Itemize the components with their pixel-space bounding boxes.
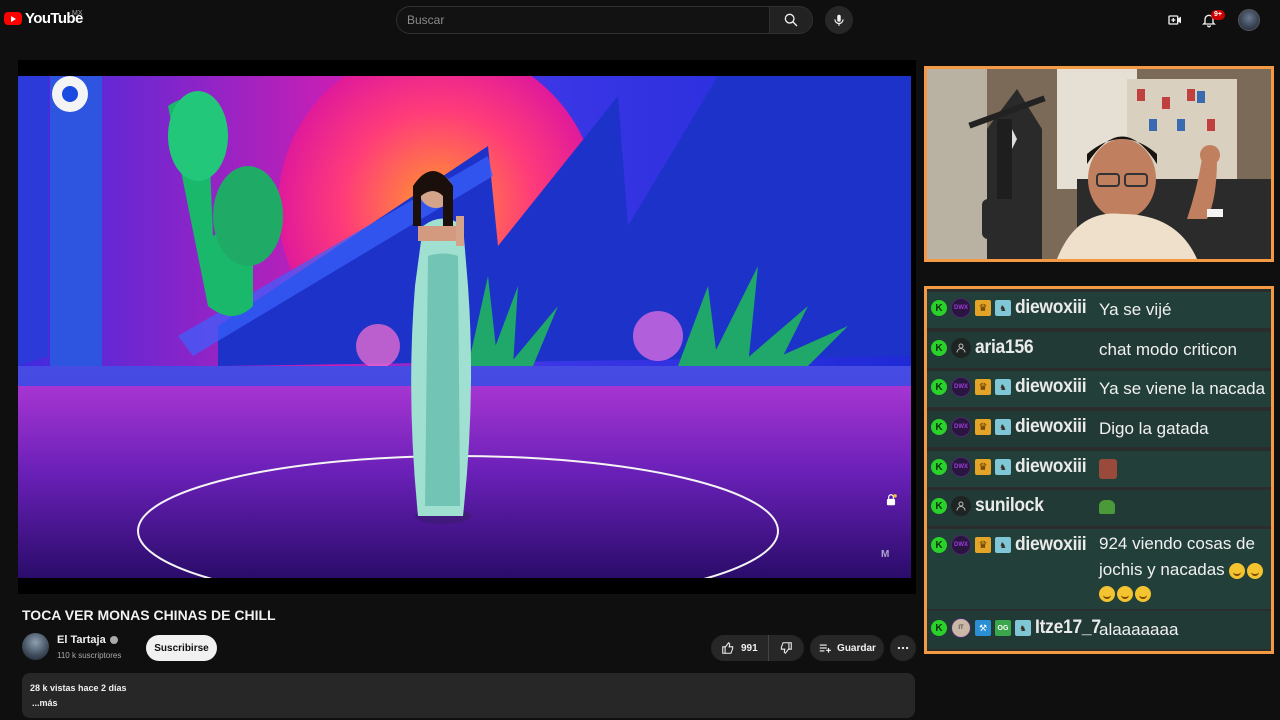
gift-badge-icon: OG — [995, 620, 1011, 636]
chat-username: diewoxiii — [1015, 416, 1087, 437]
laughing-emote-row — [1099, 585, 1280, 603]
search-button[interactable] — [769, 6, 813, 34]
crown-badge-icon: ♛ — [975, 419, 991, 435]
thumbs-down-icon — [780, 642, 792, 655]
k-badge-icon: K — [931, 537, 947, 553]
youtube-play-icon — [4, 12, 22, 25]
view-stats: 28 k vistas hace 2 días — [30, 683, 127, 693]
video-frame[interactable] — [18, 76, 911, 578]
default-user-icon — [951, 338, 971, 358]
user-avatar-icon: IT — [951, 618, 971, 638]
chat-username: diewoxiii — [1015, 456, 1087, 477]
like-button[interactable]: 991 — [711, 635, 769, 661]
sub-badge-icon: ♞ — [995, 419, 1011, 435]
chat-text: Ya se vijé — [1099, 300, 1172, 319]
chat-message: K sunilock — [927, 490, 1271, 526]
save-button[interactable]: Guardar — [810, 635, 884, 661]
notification-badge: 9+ — [1211, 10, 1225, 20]
user-avatar-icon: DWX — [951, 417, 971, 437]
like-count: 991 — [741, 642, 758, 654]
chat-overlay: K DWX ♛ ♞ diewoxiii Ya se vijé K aria156… — [924, 286, 1274, 654]
description-box[interactable]: 28 k vistas hace 2 días ...más — [22, 673, 915, 718]
chat-text: Digo la gatada — [1099, 419, 1209, 438]
chat-message: K aria156 chat modo criticon — [927, 332, 1271, 368]
dislike-button[interactable] — [769, 635, 803, 661]
channel-avatar[interactable] — [22, 633, 49, 660]
more-horiz-icon — [897, 646, 909, 650]
sub-badge-icon: ♞ — [995, 300, 1011, 316]
create-button[interactable] — [1166, 11, 1184, 29]
chat-text: alaaaaaaa — [1099, 620, 1179, 639]
user-avatar-icon: DWX — [951, 298, 971, 318]
top-bar: YouTube MX 9+ — [0, 0, 1280, 40]
k-badge-icon: K — [931, 459, 947, 475]
chat-message: K DWX ♛ ♞ diewoxiii Ya se vijé — [927, 292, 1271, 328]
chat-username: sunilock — [975, 495, 1044, 516]
k-badge-icon: K — [931, 620, 947, 636]
chat-message: K DWX ♛ ♞ diewoxiii Ya se viene la nacad… — [927, 371, 1271, 407]
crown-badge-icon: ♛ — [975, 537, 991, 553]
default-user-icon — [951, 496, 971, 516]
sub-badge-icon: ♞ — [995, 459, 1011, 475]
k-badge-icon: K — [931, 300, 947, 316]
video-stage-scene — [18, 76, 911, 578]
streamer-facecam — [924, 66, 1274, 262]
k-badge-icon: K — [931, 419, 947, 435]
facecam-scene — [927, 69, 1271, 259]
like-dislike-group: 991 — [711, 635, 804, 661]
sub-badge-icon: ♞ — [1015, 620, 1031, 636]
chat-text: chat modo criticon — [1099, 340, 1237, 359]
channel-name[interactable]: El Tartaja — [57, 634, 106, 646]
crown-badge-icon: ♛ — [975, 300, 991, 316]
channel-name-row[interactable]: El Tartaja — [57, 634, 118, 646]
video-title: TOCA VER MONAS CHINAS DE CHILL — [22, 607, 276, 623]
user-avatar-icon: DWX — [951, 535, 971, 555]
voice-search-button[interactable] — [825, 6, 853, 34]
search-box[interactable] — [396, 6, 770, 34]
account-avatar[interactable] — [1238, 9, 1260, 31]
more-actions-button[interactable] — [890, 635, 916, 661]
chat-message: K DWX ♛ ♞ diewoxiii 924 viendo cosas de … — [927, 529, 1271, 609]
chat-username: Itze17_7 — [1035, 617, 1101, 638]
verified-icon — [109, 636, 118, 644]
crown-badge-icon: ♛ — [975, 379, 991, 395]
k-badge-icon: K — [931, 379, 947, 395]
k-badge-icon: K — [931, 498, 947, 514]
chat-username: aria156 — [975, 337, 1034, 358]
search-icon — [784, 13, 798, 27]
channel-watermark[interactable]: M — [881, 549, 889, 560]
chat-message: K DWX ♛ ♞ diewoxiii — [927, 451, 1271, 487]
chat-username: diewoxiii — [1015, 297, 1087, 318]
subscribe-button[interactable]: Suscribirse — [146, 635, 217, 661]
face-emote-icon — [1099, 459, 1117, 479]
chat-text: Ya se viene la nacada — [1099, 379, 1266, 398]
user-avatar-icon: DWX — [951, 457, 971, 477]
mic-icon — [834, 14, 844, 26]
chat-message: K DWX ♛ ♞ diewoxiii Digo la gatada — [927, 411, 1271, 447]
save-label: Guardar — [837, 642, 876, 654]
sub-badge-icon: ♞ — [995, 379, 1011, 395]
chat-username: diewoxiii — [1015, 534, 1087, 555]
search-input[interactable] — [397, 7, 769, 33]
video-lock-icon — [884, 493, 898, 507]
laughing-emote-icon — [1229, 562, 1265, 579]
playlist-add-icon — [819, 644, 831, 653]
chat-message: K IT ⚒ OG ♞ Itze17_7 alaaaaaaa — [927, 611, 1271, 649]
subscriber-count: 110 k suscriptores — [57, 651, 122, 660]
chat-username: diewoxiii — [1015, 376, 1087, 397]
k-badge-icon: K — [931, 340, 947, 356]
green-emote-icon — [1099, 500, 1115, 514]
sub-badge-icon: ♞ — [995, 537, 1011, 553]
tool-badge-icon: ⚒ — [975, 620, 991, 636]
crown-badge-icon: ♛ — [975, 459, 991, 475]
description-more-link[interactable]: ...más — [32, 698, 58, 708]
youtube-logo[interactable]: YouTube MX — [4, 10, 83, 27]
country-code: MX — [72, 10, 83, 17]
user-avatar-icon: DWX — [951, 377, 971, 397]
thumbs-up-icon — [722, 641, 734, 654]
create-icon — [1168, 15, 1181, 25]
